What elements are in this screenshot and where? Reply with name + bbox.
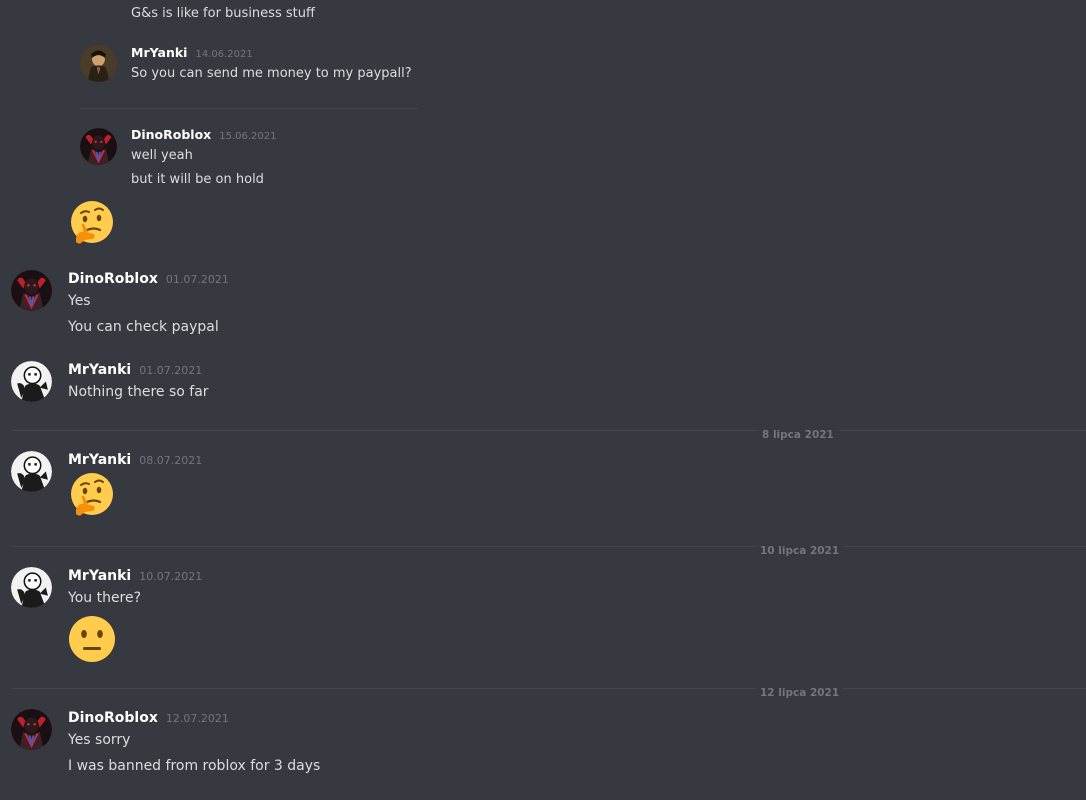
timestamp: 01.07.2021 <box>139 364 203 377</box>
username[interactable]: MrYanki <box>68 452 131 468</box>
date-divider <box>12 546 1086 547</box>
message-text: You can check paypal <box>68 319 219 335</box>
date-divider-label-wrap: 8 lipca 2021 <box>758 423 838 442</box>
avatar[interactable] <box>11 361 52 402</box>
message-header: MrYanki 14.06.2021 <box>131 45 253 60</box>
date-divider-label-wrap: 10 lipca 2021 <box>756 539 844 558</box>
date-divider <box>12 430 1086 431</box>
thinking-face-icon <box>68 200 116 248</box>
username[interactable]: DinoRoblox <box>68 271 158 287</box>
message-text: You there? <box>68 590 142 606</box>
username[interactable]: MrYanki <box>131 45 187 60</box>
neutral-face-icon <box>68 615 116 663</box>
thinking-face-icon <box>68 472 116 520</box>
message-header: DinoRoblox 01.07.2021 <box>68 271 229 287</box>
avatar[interactable] <box>80 128 117 165</box>
timestamp: 08.07.2021 <box>139 454 203 467</box>
message-header: DinoRoblox 12.07.2021 <box>68 710 229 726</box>
avatar[interactable] <box>11 270 52 311</box>
username[interactable]: MrYanki <box>68 568 131 584</box>
message-text: Yes <box>68 293 91 309</box>
message-text: well yeah <box>131 148 193 163</box>
date-divider-label: 10 lipca 2021 <box>756 545 844 557</box>
avatar[interactable] <box>11 709 52 750</box>
avatar[interactable] <box>11 451 52 492</box>
message-header: MrYanki 10.07.2021 <box>68 568 202 584</box>
divider <box>80 108 418 109</box>
avatar[interactable] <box>80 45 117 82</box>
message-text: Yes sorry <box>68 732 131 748</box>
date-divider <box>12 688 1086 689</box>
message-header: MrYanki 08.07.2021 <box>68 452 202 468</box>
message-header: MrYanki 01.07.2021 <box>68 362 202 378</box>
message-header: DinoRoblox 15.06.2021 <box>131 127 277 142</box>
message-text: Nothing there so far <box>68 384 209 400</box>
date-divider-label: 8 lipca 2021 <box>758 429 838 441</box>
timestamp: 10.07.2021 <box>139 570 203 583</box>
message-text: I was banned from roblox for 3 days <box>68 758 321 774</box>
timestamp: 14.06.2021 <box>195 49 253 60</box>
timestamp: 01.07.2021 <box>165 273 229 286</box>
username[interactable]: MrYanki <box>68 362 131 378</box>
username[interactable]: DinoRoblox <box>131 127 211 142</box>
avatar[interactable] <box>11 567 52 608</box>
username[interactable]: DinoRoblox <box>68 710 158 726</box>
timestamp: 15.06.2021 <box>219 131 277 142</box>
message-text: but it will be on hold <box>131 172 264 187</box>
timestamp: 12.07.2021 <box>165 712 229 725</box>
date-divider-label-wrap: 12 lipca 2021 <box>756 681 844 700</box>
message-text: G&s is like for business stuff <box>131 6 315 21</box>
message-text: So you can send me money to my paypall? <box>131 66 412 81</box>
date-divider-label: 12 lipca 2021 <box>756 687 844 699</box>
